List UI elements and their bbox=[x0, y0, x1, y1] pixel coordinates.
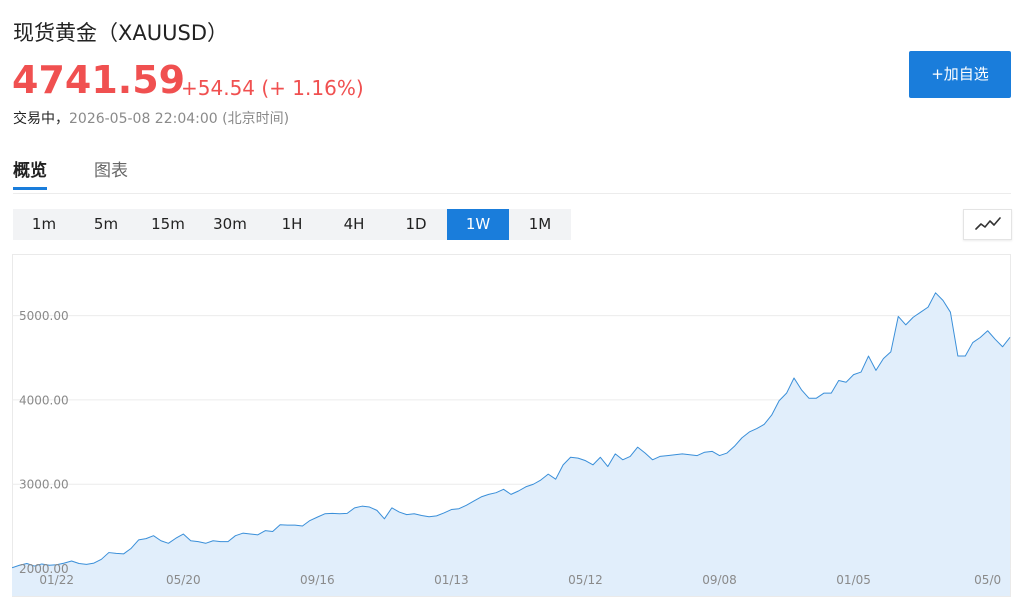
trading-status: 交易中，2026-05-08 22:04:00 (北京时间) bbox=[13, 110, 289, 128]
interval-selector: 1m 5m 15m 30m 1H 4H 1D 1W 1M bbox=[13, 209, 571, 240]
x-tick-label: 01/13 bbox=[434, 573, 469, 587]
instrument-title: 现货黄金（XAUUSD） bbox=[13, 21, 228, 45]
interval-1w-button[interactable]: 1W bbox=[447, 209, 509, 240]
x-tick-label: 01/22 bbox=[39, 573, 74, 587]
x-tick-label: 05/0 bbox=[974, 573, 1001, 587]
chart-type-button[interactable] bbox=[963, 209, 1012, 240]
x-tick-label: 09/16 bbox=[300, 573, 335, 587]
interval-5m-button[interactable]: 5m bbox=[75, 209, 137, 240]
interval-1mo-button[interactable]: 1M bbox=[509, 209, 571, 240]
status-label: 交易中， bbox=[13, 111, 69, 127]
x-tick-label: 05/12 bbox=[568, 573, 603, 587]
interval-30m-button[interactable]: 30m bbox=[199, 209, 261, 240]
last-price: 4741.59 bbox=[12, 58, 186, 102]
y-tick-label: 4000.00 bbox=[19, 393, 69, 407]
interval-15m-button[interactable]: 15m bbox=[137, 209, 199, 240]
price-change: +54.54 (+ 1.16%) bbox=[181, 76, 364, 100]
interval-1m-button[interactable]: 1m bbox=[13, 209, 75, 240]
interval-1h-button[interactable]: 1H bbox=[261, 209, 323, 240]
interval-4h-button[interactable]: 4H bbox=[323, 209, 385, 240]
x-tick-label: 09/08 bbox=[702, 573, 737, 587]
price-area bbox=[12, 292, 1010, 596]
y-tick-label: 5000.00 bbox=[19, 309, 69, 323]
quote-timestamp: 2026-05-08 22:04:00 (北京时间) bbox=[69, 111, 290, 127]
interval-1d-button[interactable]: 1D bbox=[385, 209, 447, 240]
line-chart-icon bbox=[975, 217, 1001, 230]
tabs-divider bbox=[13, 193, 1011, 194]
add-watchlist-button[interactable]: +加自选 bbox=[909, 51, 1011, 98]
tab-overview[interactable]: 概览 bbox=[13, 158, 47, 184]
active-tab-indicator bbox=[13, 187, 47, 190]
tab-chart[interactable]: 图表 bbox=[94, 158, 128, 184]
x-tick-label: 05/20 bbox=[166, 573, 201, 587]
price-chart: 2000.003000.004000.005000.0001/22 05/20 09… bbox=[12, 292, 1011, 596]
quote-page: 现货黄金（XAUUSD） 4741.59 +54.54 (+ 1.16%) 交易… bbox=[0, 0, 1024, 607]
x-tick-label: 01/05 bbox=[836, 573, 871, 587]
y-tick-label: 3000.00 bbox=[19, 478, 69, 492]
